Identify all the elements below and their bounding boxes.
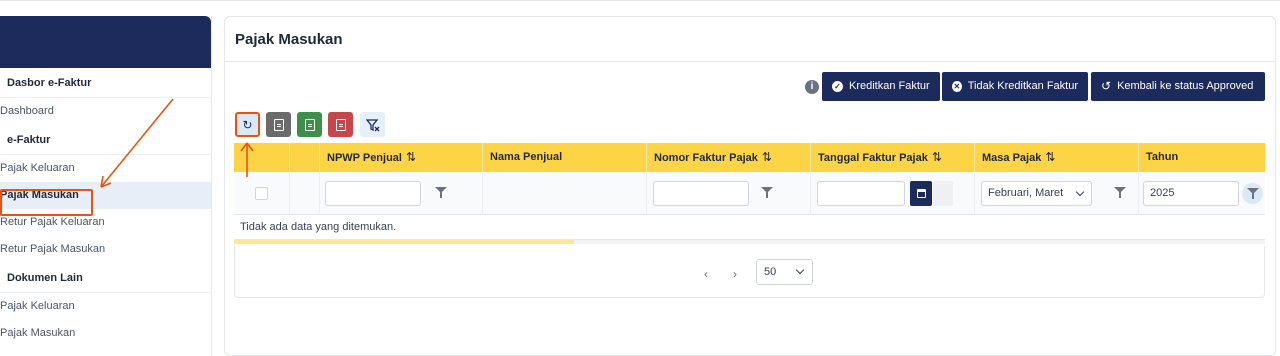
calendar-button[interactable] <box>910 181 932 206</box>
document-icon <box>273 118 284 131</box>
npwp-filter-input[interactable] <box>325 181 421 206</box>
pagination: ‹ › 50 <box>234 246 1265 298</box>
sort-icon[interactable]: ⇅ <box>406 150 416 164</box>
col-masa-pajak[interactable]: Masa Pajak ⇅ <box>975 143 1139 172</box>
filter-cell-tahun: 2025 <box>1139 172 1265 215</box>
sidebar-section-dokumen-lain: Dokumen Lain <box>0 263 211 293</box>
refresh-icon: ↻ <box>242 117 253 132</box>
col-select <box>234 143 290 172</box>
next-page-icon[interactable]: › <box>733 267 737 281</box>
col-masa-label: Masa Pajak <box>982 152 1042 164</box>
filter-cell-select <box>234 172 290 215</box>
col-npwp-penjual[interactable]: NPWP Penjual ⇅ <box>320 143 483 172</box>
tidak-kreditkan-faktur-label: Tidak Kreditkan Faktur <box>967 80 1078 92</box>
export-pdf-button[interactable] <box>328 112 353 137</box>
filter-icon <box>1246 187 1260 201</box>
sidebar-section-dasbor: Dasbor e-Faktur <box>0 68 211 98</box>
sort-icon[interactable]: ⇅ <box>1045 150 1055 164</box>
chevron-down-icon <box>795 265 805 275</box>
chevron-down-icon <box>1075 187 1085 197</box>
col-nomor-label: Nomor Faktur Pajak <box>654 152 758 164</box>
tanggal-filter-input[interactable] <box>817 181 905 206</box>
kreditkan-faktur-label: Kreditkan Faktur <box>849 80 930 92</box>
table-header: NPWP Penjual ⇅ Nama Penjual Nomor Faktur … <box>234 143 1265 172</box>
export-excel-button[interactable] <box>297 112 322 137</box>
undo-icon: ↺ <box>1101 79 1112 93</box>
kembali-approved-button[interactable]: ↺ Kembali ke status Approved <box>1091 72 1265 101</box>
col-tahun: Tahun <box>1139 143 1265 172</box>
check-circle-icon: ✓ <box>832 81 843 92</box>
top-border <box>0 0 1280 1</box>
col-nama-penjual: Nama Penjual <box>483 143 647 172</box>
filter-cell-masa: Februari, Maret <box>975 172 1139 215</box>
col-npwp-label: NPWP Penjual <box>327 152 402 164</box>
filter-cell-nama <box>483 172 647 215</box>
col-spacer <box>290 143 320 172</box>
clear-filter-icon <box>365 118 379 131</box>
sort-icon[interactable]: ⇅ <box>762 150 772 164</box>
filter-active-button[interactable] <box>1242 183 1263 204</box>
title-divider <box>225 61 1275 62</box>
sidebar-header <box>0 16 211 68</box>
pdf-icon <box>335 118 346 131</box>
kembali-approved-label: Kembali ke status Approved <box>1117 80 1254 92</box>
masa-pajak-value: Februari, Maret <box>988 187 1064 199</box>
x-circle-icon: ✕ <box>952 81 962 92</box>
filter-disabled-icon <box>933 181 953 206</box>
sidebar-item-pajak-keluaran[interactable]: Pajak Keluaran <box>0 155 211 182</box>
select-all-checkbox[interactable] <box>255 187 268 200</box>
prev-page-icon[interactable]: ‹ <box>704 267 708 281</box>
masa-pajak-select[interactable]: Februari, Maret <box>981 181 1092 206</box>
col-nomor-faktur[interactable]: Nomor Faktur Pajak ⇅ <box>647 143 811 172</box>
empty-message: Tidak ada data yang ditemukan. <box>234 215 1265 240</box>
tidak-kreditkan-faktur-button[interactable]: ✕ Tidak Kreditkan Faktur <box>942 72 1088 101</box>
sidebar-item-dokumen-pajak-masukan[interactable]: Pajak Masukan <box>0 320 211 347</box>
sort-icon[interactable]: ⇅ <box>932 150 942 164</box>
filter-cell-npwp <box>320 172 483 215</box>
filter-cell-nomor <box>647 172 811 215</box>
filter-icon[interactable] <box>760 186 774 200</box>
page-size-select[interactable]: 50 <box>756 259 813 285</box>
sidebar: Dasbor e-Faktur Dashboard e-Faktur Pajak… <box>0 16 212 356</box>
nomor-filter-input[interactable] <box>653 181 749 206</box>
export-document-button[interactable] <box>266 112 291 137</box>
sidebar-section-efaktur: e-Faktur <box>0 125 211 155</box>
col-tanggal-label: Tanggal Faktur Pajak <box>818 152 928 164</box>
sidebar-item-dokumen-pajak-keluaran[interactable]: Pajak Keluaran <box>0 293 211 320</box>
page-size-value: 50 <box>764 266 777 278</box>
sidebar-item-retur-pajak-masukan[interactable]: Retur Pajak Masukan <box>0 236 211 263</box>
refresh-button[interactable]: ↻ <box>235 112 260 137</box>
loading-bar <box>234 240 1265 244</box>
kreditkan-faktur-button[interactable]: ✓ Kreditkan Faktur <box>822 72 940 101</box>
loading-bar-fill <box>234 240 575 244</box>
col-tahun-label: Tahun <box>1146 151 1179 163</box>
filter-icon[interactable] <box>434 186 448 200</box>
page-title: Pajak Masukan <box>235 31 343 48</box>
annotation-highlight-box <box>0 189 93 216</box>
tahun-filter-input[interactable]: 2025 <box>1143 181 1239 206</box>
data-table: NPWP Penjual ⇅ Nama Penjual Nomor Faktur … <box>234 143 1265 244</box>
col-tanggal-faktur[interactable]: Tanggal Faktur Pajak ⇅ <box>811 143 975 172</box>
calendar-icon <box>916 189 926 198</box>
filter-cell-tanggal <box>811 172 975 215</box>
col-nama-label: Nama Penjual <box>490 151 563 163</box>
filter-row: Februari, Maret 2025 <box>234 172 1265 215</box>
clear-filter-button[interactable] <box>360 112 385 137</box>
filter-icon[interactable] <box>1113 186 1127 200</box>
excel-icon <box>304 118 315 131</box>
sidebar-item-dashboard[interactable]: Dashboard <box>0 98 211 125</box>
filter-cell-spacer <box>290 172 320 215</box>
info-icon[interactable]: i <box>805 80 819 94</box>
